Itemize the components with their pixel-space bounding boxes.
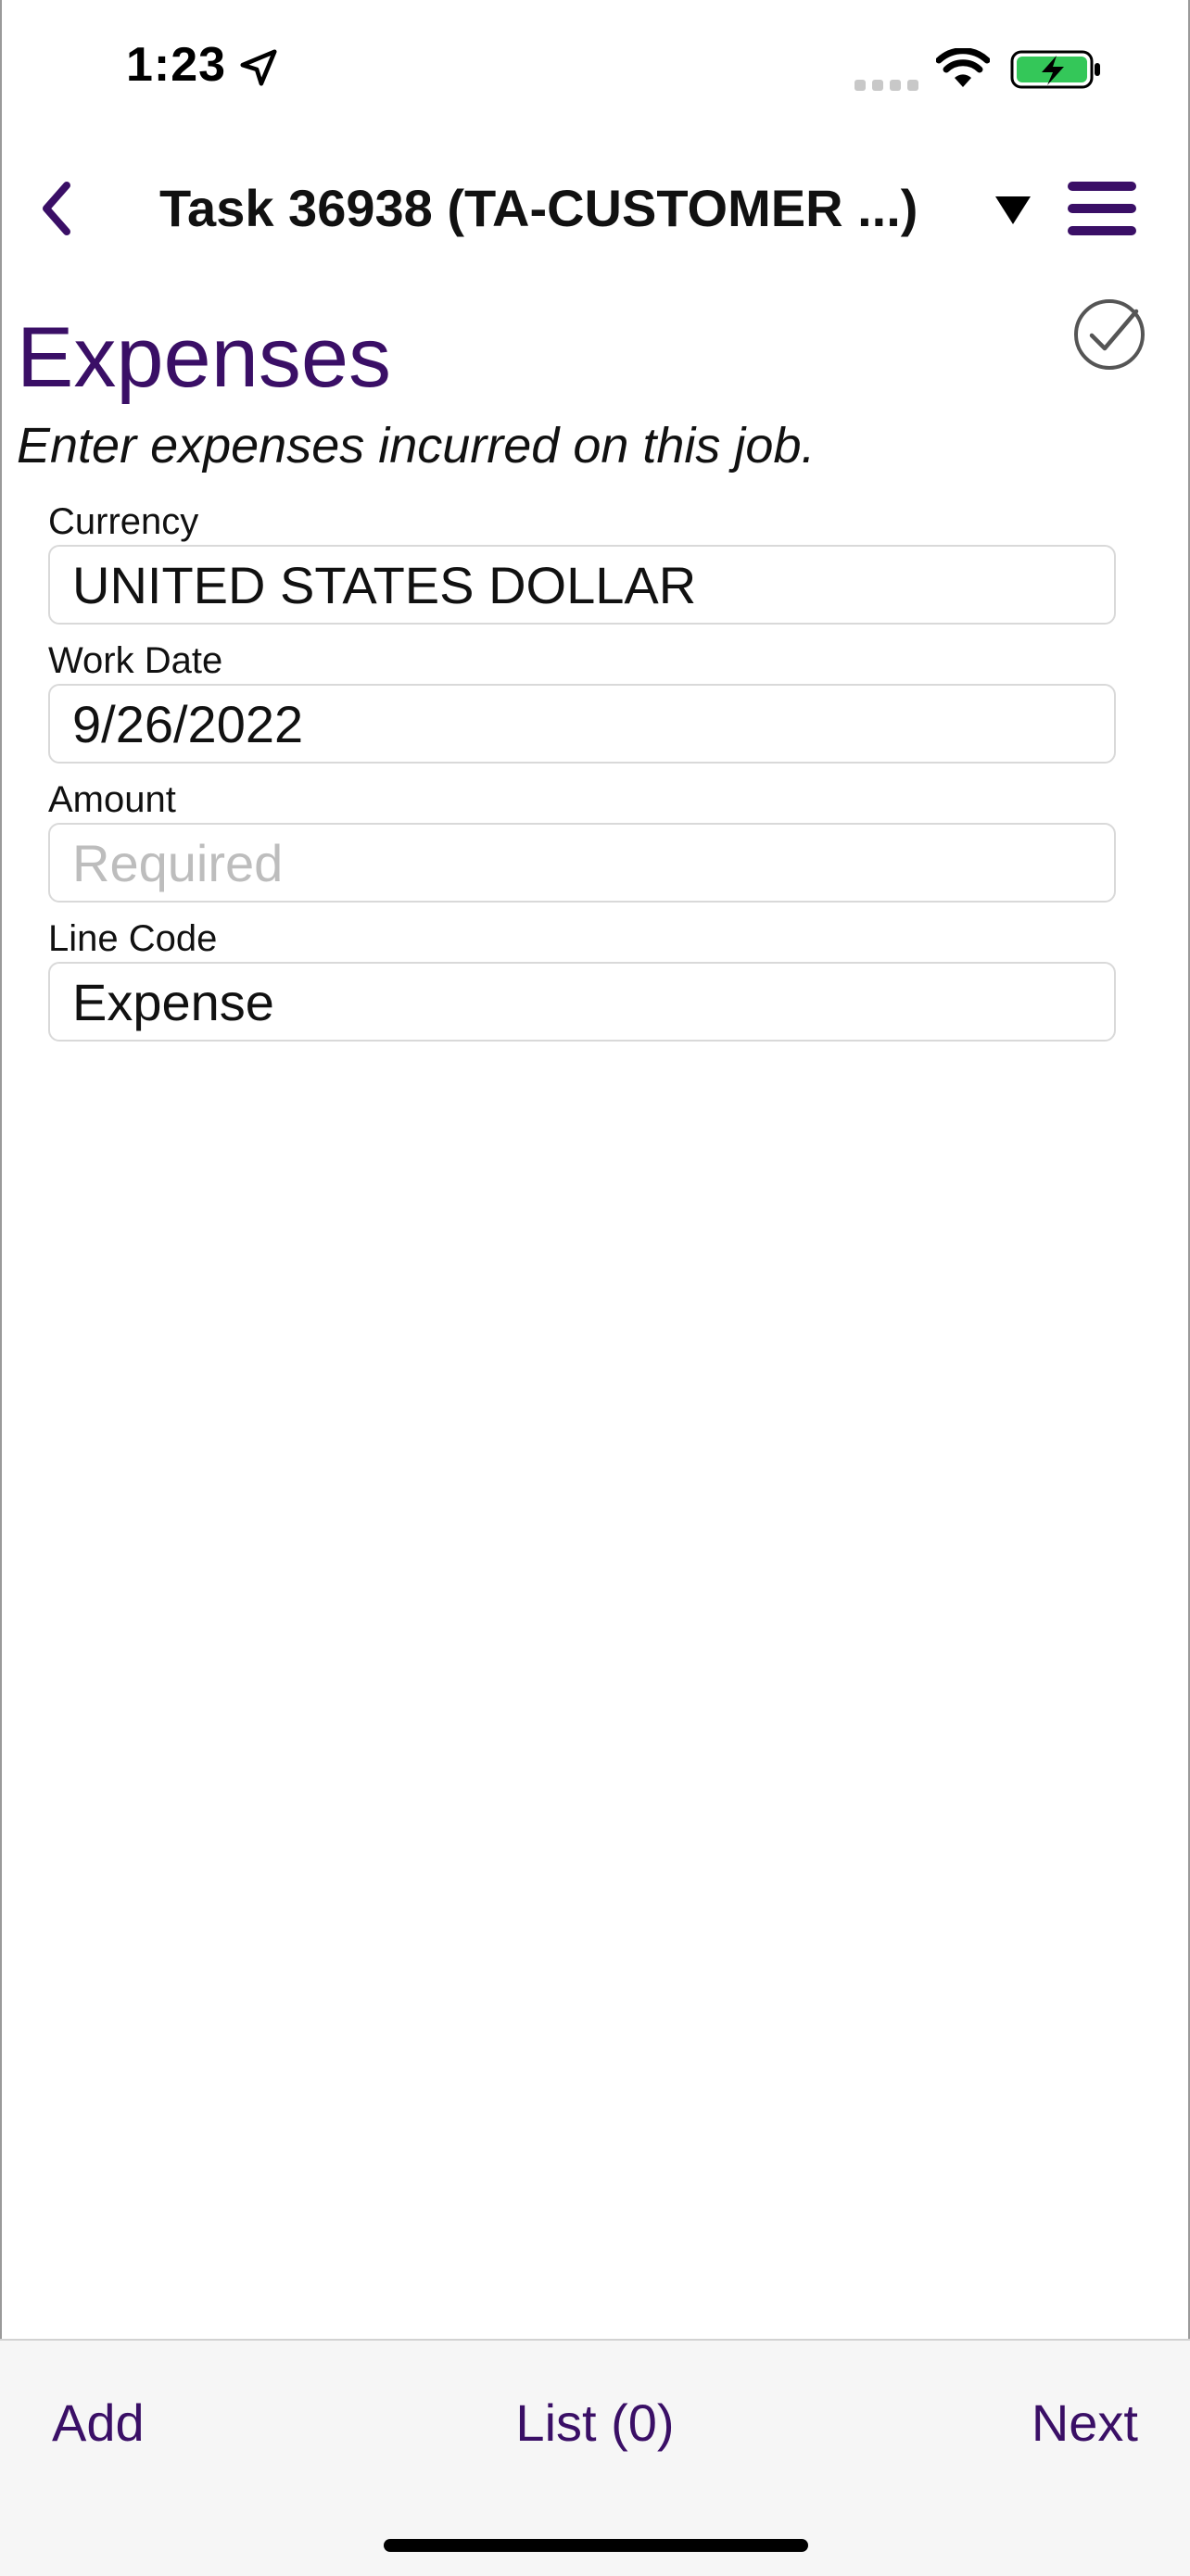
- back-chevron-icon[interactable]: [20, 167, 95, 250]
- currency-field-group: Currency UNITED STATES DOLLAR: [48, 499, 1116, 625]
- hamburger-menu-icon[interactable]: [1062, 176, 1142, 241]
- list-button[interactable]: List (0): [0, 2393, 1190, 2453]
- location-arrow-icon: [240, 49, 277, 86]
- page-subtitle: Enter expenses incurred on this job.: [17, 418, 816, 474]
- currency-label: Currency: [48, 501, 199, 542]
- expense-form: Currency UNITED STATES DOLLAR Work Date …: [48, 499, 1116, 1054]
- nav-bar: Task 36938 (TA-CUSTOMER ...): [0, 158, 1190, 259]
- status-bar: 1:23: [0, 0, 1190, 139]
- amount-field-group: Amount: [48, 777, 1116, 903]
- wifi-icon: [936, 48, 990, 87]
- page-title: Expenses: [17, 310, 392, 405]
- cellular-signal-icon: [855, 80, 918, 91]
- work-date-label: Work Date: [48, 640, 223, 681]
- line-code-label: Line Code: [48, 918, 218, 959]
- work-date-field[interactable]: 9/26/2022: [48, 684, 1116, 764]
- status-time: 1:23: [126, 38, 227, 92]
- task-title: Task 36938 (TA-CUSTOMER ...): [159, 179, 918, 237]
- line-code-field[interactable]: Expense: [48, 962, 1116, 1042]
- add-button[interactable]: Add: [52, 2393, 145, 2453]
- currency-field[interactable]: UNITED STATES DOLLAR: [48, 545, 1116, 625]
- dropdown-triangle-icon[interactable]: [992, 191, 1034, 228]
- checkmark-circle-icon[interactable]: [1071, 297, 1147, 373]
- amount-label: Amount: [48, 779, 176, 820]
- line-code-field-group: Line Code Expense: [48, 915, 1116, 1042]
- next-button[interactable]: Next: [1032, 2393, 1138, 2453]
- home-indicator: [384, 2539, 808, 2552]
- work-date-field-group: Work Date 9/26/2022: [48, 638, 1116, 764]
- amount-input[interactable]: [48, 823, 1116, 903]
- battery-charging-icon: [1010, 50, 1100, 89]
- bottom-toolbar: List (0) Add Next: [0, 2339, 1190, 2576]
